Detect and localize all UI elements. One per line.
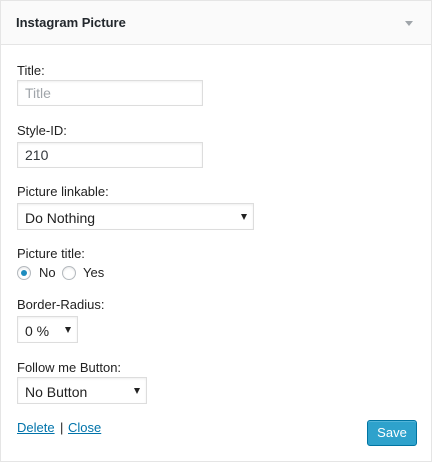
picture-title-yes-radio[interactable] [62,266,76,280]
delete-link[interactable]: Delete [17,420,55,435]
chevron-down-icon [134,388,140,394]
picture-title-yes-label[interactable]: Yes [83,265,104,280]
picture-title-no-radio[interactable] [17,266,31,280]
picture-title-no-label[interactable]: No [39,265,56,280]
follow-button-label: Follow me Button: [17,360,122,375]
picture-linkable-select[interactable]: Do Nothing [17,203,254,230]
border-radius-label: Border-Radius: [17,297,105,312]
title-input[interactable] [17,80,203,106]
border-radius-select[interactable]: 0 % [17,316,78,343]
style-id-label: Style-ID: [17,123,67,138]
instagram-widget: Instagram Picture Title: Style-ID: Pictu… [0,0,432,462]
link-separator: | [60,420,64,435]
style-id-input[interactable] [17,142,203,168]
save-button[interactable]: Save [367,420,417,446]
chevron-down-icon [65,327,71,333]
follow-button-value: No Button [25,384,88,400]
border-radius-value: 0 % [25,323,50,339]
widget-title: Instagram Picture [16,15,126,30]
picture-title-label: Picture title: [17,246,85,261]
follow-button-select[interactable]: No Button [17,377,147,404]
picture-linkable-label: Picture linkable: [17,184,109,199]
picture-linkable-value: Do Nothing [25,210,96,226]
title-label: Title: [17,63,45,78]
chevron-down-icon [241,214,247,220]
collapse-arrow-icon[interactable] [405,21,413,26]
close-link[interactable]: Close [68,420,101,435]
widget-header[interactable]: Instagram Picture [1,1,431,45]
